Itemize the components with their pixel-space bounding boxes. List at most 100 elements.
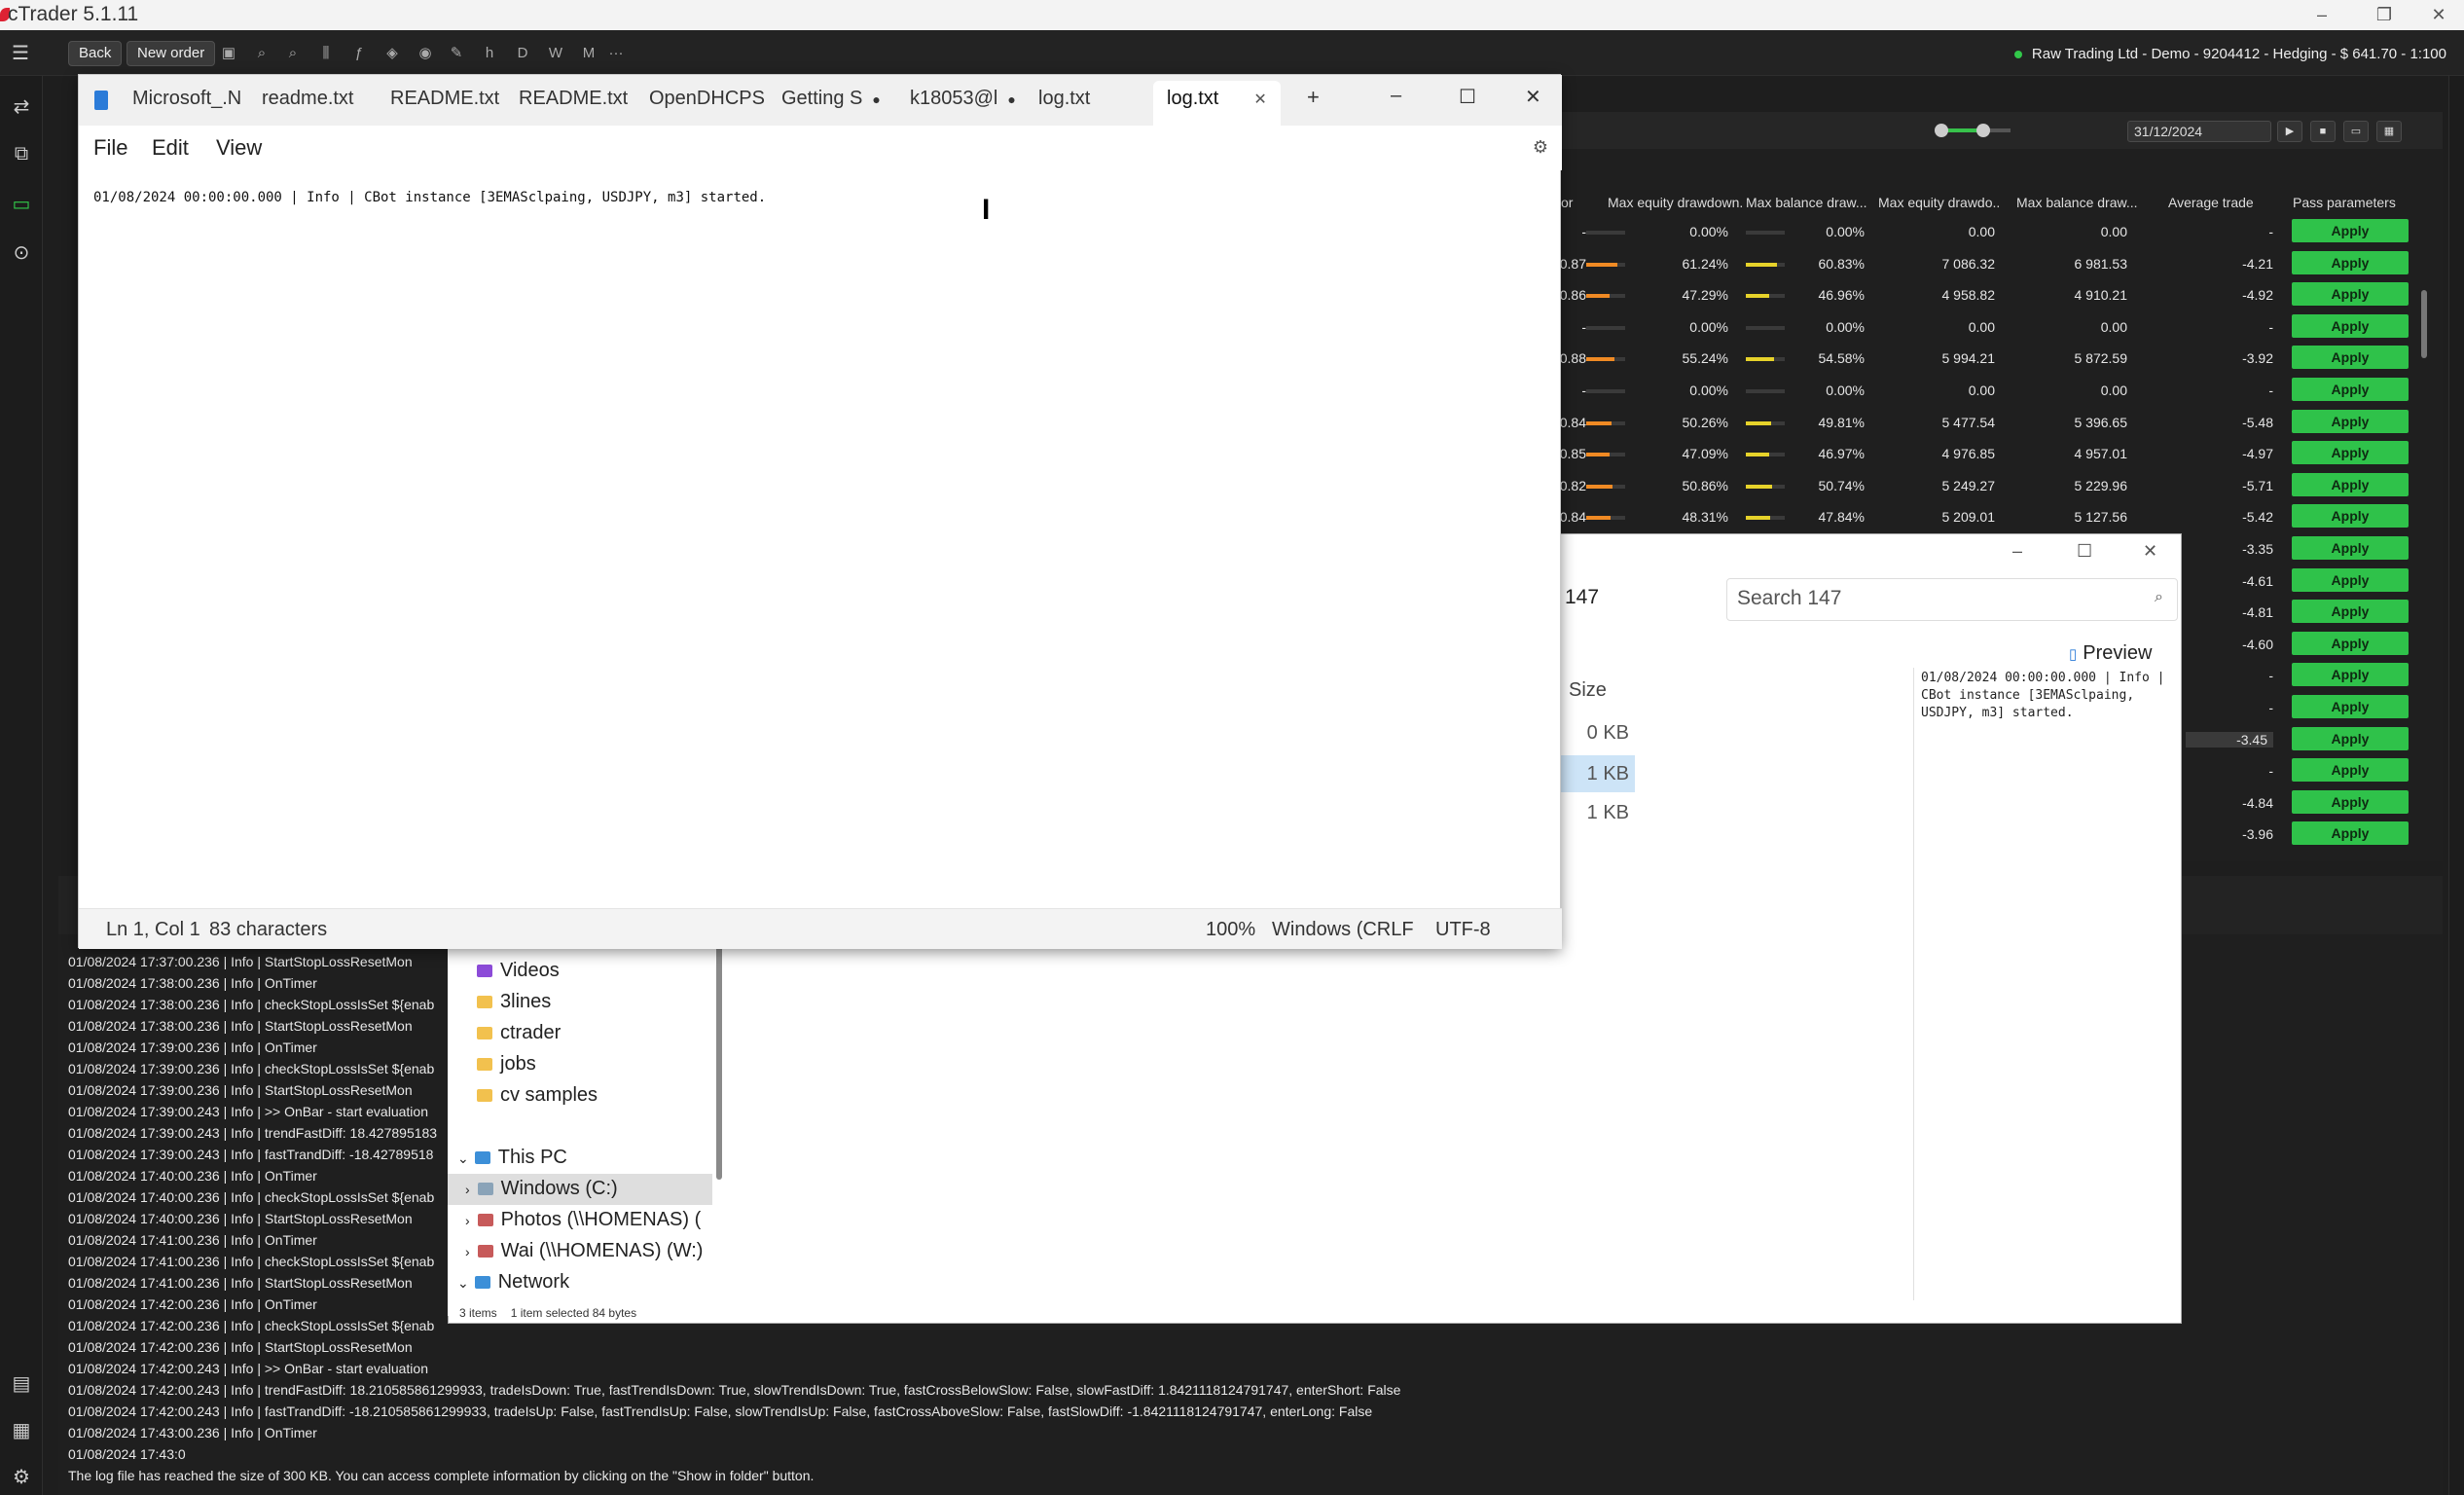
drawing-icon[interactable]: ✎ — [446, 43, 467, 64]
optimisation-scrollbar[interactable] — [2419, 193, 2429, 855]
optimisation-table-row[interactable]: 0.88 55.24% 54.58% 5 994.21 5 872.59 -3.92 App… — [1557, 343, 2413, 374]
apply-button[interactable]: Apply — [2292, 346, 2409, 370]
apply-button[interactable]: Apply — [2292, 250, 2409, 274]
analyze-icon[interactable]: ⊙ — [8, 239, 35, 267]
tab-close-icon[interactable]: ✕ — [1253, 91, 1266, 108]
scrollbar-thumb[interactable] — [2421, 290, 2427, 358]
optimisation-table-row[interactable]: 0.87 61.24% 60.83% 7 086.32 6 981.53 -4.21 App… — [1557, 248, 2413, 279]
explorer-close-button[interactable]: ✕ — [2143, 541, 2157, 562]
apply-button[interactable]: Apply — [2292, 504, 2409, 529]
optimisation-table-row[interactable]: - 0.00% 0.00% 0.00 0.00 - Apply — [1557, 375, 2413, 406]
col-header-max-equity-drawdown[interactable]: Max equity drawdo... — [1878, 195, 2001, 210]
optimisation-table-row[interactable]: 0.86 47.29% 46.96% 4 958.82 4 910.21 -4.92 App… — [1557, 279, 2413, 310]
speed-slider[interactable] — [1935, 124, 2011, 137]
eye-icon[interactable]: ◉ — [415, 43, 436, 64]
notepad-text-area[interactable]: 01/08/2024 00:00:00.000 | Info | CBot in… — [93, 190, 766, 205]
apply-button[interactable]: Apply — [2292, 378, 2409, 401]
timeframe-h[interactable]: h — [479, 43, 500, 64]
optimisation-table-row[interactable]: 0.82 50.86% 50.74% 5 249.27 5 229.96 -5.71 App… — [1557, 470, 2413, 501]
tab-opendhcps[interactable]: OpenDHCPS — [649, 88, 765, 110]
notepad-minimize-button[interactable]: – — [1391, 85, 1401, 107]
account-info[interactable]: Raw Trading Ltd - Demo - 9204412 - Hedgi… — [2013, 46, 2446, 62]
more-tools-icon[interactable]: ··· — [605, 43, 627, 64]
tab-microsoft[interactable]: Microsoft_.N — [132, 88, 241, 110]
preview-toggle-button[interactable]: ▯ Preview — [2069, 642, 2152, 665]
close-button[interactable]: ✕ — [2410, 0, 2464, 30]
tab-k18053[interactable]: k18053@l ● — [910, 88, 1016, 110]
col-header-average-trade[interactable]: Average trade — [2168, 195, 2265, 210]
layers-icon[interactable]: ◈ — [381, 43, 403, 64]
chart-type-icon[interactable]: ⫼ — [315, 43, 337, 64]
trade-icon[interactable]: ⇄ — [8, 93, 35, 121]
optimisation-table-row[interactable]: 0.84 50.26% 49.81% 5 477.54 5 396.65 -5.48 App… — [1557, 407, 2413, 438]
explorer-minimize-button[interactable]: – — [2012, 541, 2022, 562]
stop-button[interactable]: ■ — [2310, 121, 2336, 142]
back-button[interactable]: Back — [68, 41, 123, 66]
apply-button[interactable]: Apply — [2292, 313, 2409, 338]
apply-button[interactable]: Apply — [2292, 726, 2409, 750]
apply-button[interactable]: Apply — [2292, 758, 2409, 783]
nav-pane-scrollbar[interactable] — [716, 946, 722, 1180]
apply-button[interactable]: Apply — [2292, 472, 2409, 496]
apply-button[interactable]: Apply — [2292, 631, 2409, 655]
hamburger-menu-icon[interactable]: ☰ — [10, 43, 31, 64]
restore-button[interactable]: ❐ — [2355, 0, 2413, 30]
optimisation-table-row[interactable]: 0.85 47.09% 46.97% 4 976.85 4 957.01 -4.97 App… — [1557, 438, 2413, 469]
optimisation-table-row[interactable]: - 0.00% 0.00% 0.00 0.00 - Apply — [1557, 311, 2413, 343]
notepad-settings-gear-icon[interactable]: ⚙ — [1533, 137, 1548, 158]
nav-item-network[interactable]: ⌄ Network — [457, 1271, 569, 1294]
optimisation-table-row[interactable]: - 0.00% 0.00% 0.00 0.00 - Apply — [1557, 216, 2413, 247]
tab-readme-1[interactable]: README.txt — [390, 88, 499, 110]
apply-button[interactable]: Apply — [2292, 219, 2409, 242]
zoom-in-icon[interactable]: ⌕ — [251, 43, 272, 64]
size-column-header[interactable]: Size — [1569, 679, 1607, 702]
col-header-0[interactable]: or — [1561, 195, 1584, 210]
apply-button[interactable]: Apply — [2292, 282, 2409, 307]
apply-button[interactable]: Apply — [2292, 663, 2409, 687]
col-header-max-balance-drawdown[interactable]: Max balance draw... — [2016, 195, 2139, 210]
apply-button[interactable]: Apply — [2292, 600, 2409, 624]
nav-item-3lines[interactable]: 3lines — [477, 991, 551, 1013]
tab-getting-started[interactable]: Getting S ● — [781, 88, 881, 110]
encoding[interactable]: UTF-8 — [1435, 919, 1491, 941]
new-tab-plus-icon[interactable]: + — [1307, 85, 1320, 110]
new-order-button[interactable]: New order — [127, 41, 216, 66]
file-size-cell[interactable]: 0 KB — [1557, 714, 1635, 751]
play-button[interactable]: ▶ — [2277, 121, 2302, 142]
apply-button[interactable]: Apply — [2292, 695, 2409, 718]
apply-button[interactable]: Apply — [2292, 409, 2409, 433]
notepad-close-button[interactable]: ✕ — [1525, 85, 1541, 109]
layout-icon[interactable]: ▣ — [218, 43, 239, 64]
algo-icon[interactable]: ▭ — [8, 191, 35, 218]
explorer-search-input[interactable]: Search 147 ⌕ — [1726, 578, 2178, 621]
apply-button[interactable]: Apply — [2292, 441, 2409, 465]
apply-button[interactable]: Apply — [2292, 536, 2409, 560]
timeframe-w[interactable]: W — [545, 43, 566, 64]
optimisation-table-row[interactable]: 0.84 48.31% 47.84% 5 209.01 5 127.56 -5.42 App… — [1557, 501, 2413, 532]
menu-view[interactable]: View — [216, 135, 262, 161]
notepad-maximize-button[interactable]: ☐ — [1459, 85, 1476, 109]
line-ending[interactable]: Windows (CRLF — [1272, 919, 1414, 941]
nav-item-cv-samples[interactable]: cv samples — [477, 1084, 598, 1107]
explorer-maximize-button[interactable]: ☐ — [2077, 541, 2092, 562]
news-icon[interactable]: ▦ — [8, 1417, 35, 1444]
nav-item-windows-c[interactable]: › Windows (C:) — [465, 1178, 618, 1200]
col-header-max-equity-drawdown-pct[interactable]: Max equity drawdown... — [1608, 195, 1742, 210]
nav-item-videos[interactable]: Videos — [477, 960, 560, 982]
minimize-button[interactable]: – — [2293, 0, 2351, 30]
col-header-pass-parameters[interactable]: Pass parameters — [2293, 195, 2419, 210]
terminal-icon[interactable]: ▤ — [8, 1370, 35, 1398]
nav-item-jobs[interactable]: jobs — [477, 1053, 536, 1076]
tab-readme-2[interactable]: README.txt — [519, 88, 628, 110]
layout-toggle-icon[interactable]: ▭ — [2343, 121, 2369, 142]
explorer-address-bar[interactable]: 147 — [1557, 578, 1721, 621]
grid-toggle-icon[interactable]: ▦ — [2376, 121, 2402, 142]
menu-file[interactable]: File — [93, 135, 127, 161]
nav-item-photos[interactable]: › Photos (\\HOMENAS) ( — [465, 1209, 701, 1231]
nav-item-ctrader[interactable]: ctrader — [477, 1022, 561, 1044]
nav-item-wai[interactable]: › Wai (\\HOMENAS) (W:) — [465, 1240, 703, 1262]
tab-log[interactable]: log.txt — [1038, 88, 1090, 110]
tab-log-active[interactable]: log.txt ✕ — [1153, 81, 1281, 126]
nav-item-this-pc[interactable]: ⌄ This PC — [457, 1147, 567, 1169]
settings-gear-icon[interactable]: ⚙ — [8, 1464, 35, 1491]
